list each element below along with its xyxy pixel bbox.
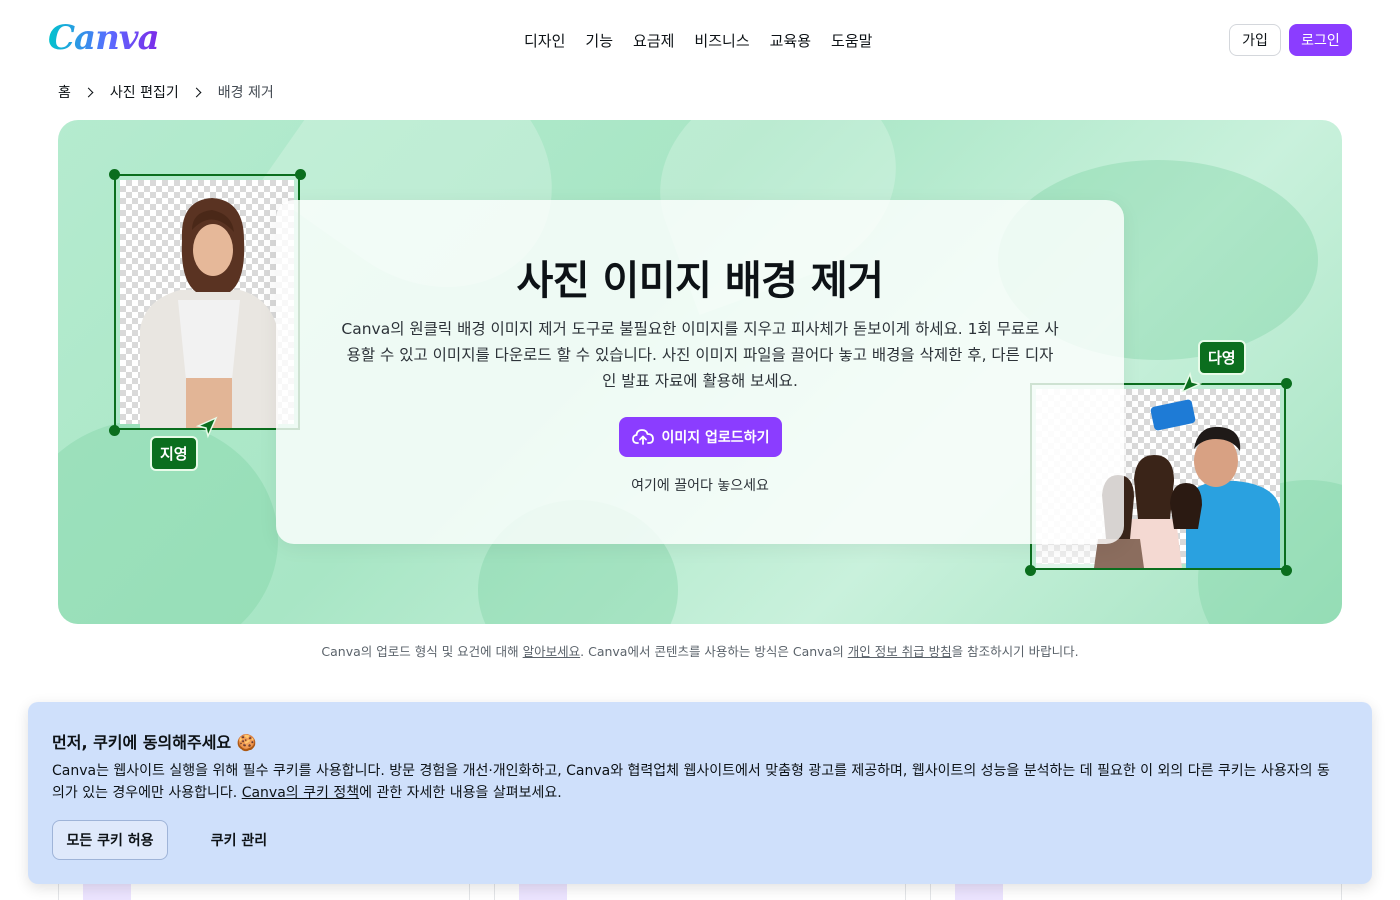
manage-cookies-button[interactable]: 쿠키 관리 bbox=[184, 820, 294, 860]
resize-handle bbox=[1281, 565, 1292, 576]
privacy-policy-link[interactable]: 개인 정보 취급 방침 bbox=[848, 644, 952, 659]
upload-footnote: Canva의 업로드 형식 및 요건에 대해 알아보세요. Canva에서 콘텐… bbox=[0, 641, 1400, 660]
cookie-text: 에 관한 자세한 내용을 살펴보세요. bbox=[359, 785, 562, 801]
main-nav: 디자인 기능 요금제 비즈니스 교육용 도움말 bbox=[524, 30, 872, 51]
hero-section: 지영 다영 사진 이미지 배경 제거 Canva의 원클릭 배경 이미지 제거 … bbox=[58, 120, 1342, 624]
nav-item-pricing[interactable]: 요금제 bbox=[633, 30, 674, 51]
chevron-right-icon bbox=[83, 87, 94, 97]
footnote-text: 을 참조하시기 바랍니다. bbox=[951, 644, 1079, 659]
login-button[interactable]: 로그인 bbox=[1289, 24, 1352, 56]
name-tag-right: 다영 bbox=[1198, 340, 1246, 375]
footnote-text: . Canva에서 콘텐츠를 사용하는 방식은 Canva의 bbox=[580, 644, 848, 659]
breadcrumb-current: 배경 제거 bbox=[217, 85, 274, 101]
resize-handle bbox=[109, 169, 120, 180]
site-header: Canva 디자인 기능 요금제 비즈니스 교육용 도움말 가입 로그인 bbox=[0, 0, 1400, 80]
upload-image-label: 이미지 업로드하기 bbox=[661, 430, 770, 446]
accept-all-cookies-button[interactable]: 모든 쿠키 허용 bbox=[52, 820, 168, 860]
nav-item-education[interactable]: 교육용 bbox=[770, 30, 811, 51]
cookie-description: Canva는 웹사이트 실행을 위해 필수 쿠키를 사용합니다. 방문 경험을 … bbox=[52, 760, 1342, 804]
footnote-text: Canva의 업로드 형식 및 요건에 대해 bbox=[321, 644, 523, 659]
resize-handle bbox=[295, 169, 306, 180]
name-tag-left: 지영 bbox=[150, 436, 198, 471]
learn-more-link[interactable]: 알아보세요 bbox=[523, 644, 581, 659]
cookie-policy-link[interactable]: Canva의 쿠키 정책 bbox=[242, 785, 359, 801]
breadcrumb-home[interactable]: 홈 bbox=[58, 82, 71, 102]
cookie-title: 먼저, 쿠키에 동의해주세요 🍪 bbox=[52, 733, 257, 752]
hero-description: Canva의 원클릭 배경 이미지 제거 도구로 불필요한 이미지를 지우고 피… bbox=[341, 320, 1059, 390]
signup-button[interactable]: 가입 bbox=[1229, 24, 1281, 56]
nav-item-features[interactable]: 기능 bbox=[585, 30, 613, 51]
upload-image-button[interactable]: 이미지 업로드하기 bbox=[619, 417, 782, 457]
nav-item-design[interactable]: 디자인 bbox=[524, 30, 565, 51]
resize-handle bbox=[1281, 378, 1292, 389]
chevron-right-icon bbox=[191, 87, 202, 97]
left-photo-frame bbox=[114, 174, 300, 430]
nav-item-business[interactable]: 비즈니스 bbox=[694, 30, 749, 51]
cloud-upload-icon bbox=[631, 429, 654, 445]
upload-card[interactable]: 사진 이미지 배경 제거 Canva의 원클릭 배경 이미지 제거 도구로 불필… bbox=[276, 200, 1124, 544]
cursor-icon bbox=[196, 416, 218, 439]
nav-item-help[interactable]: 도움말 bbox=[831, 30, 872, 51]
breadcrumb-photo-editor[interactable]: 사진 편집기 bbox=[110, 82, 179, 102]
breadcrumb: 홈 사진 편집기 배경 제거 bbox=[58, 82, 274, 102]
cookie-banner: 먼저, 쿠키에 동의해주세요 🍪 Canva는 웹사이트 실행을 위해 필수 쿠… bbox=[28, 702, 1372, 884]
resize-handle bbox=[1025, 565, 1036, 576]
canva-logo[interactable]: Canva bbox=[48, 18, 160, 58]
resize-handle bbox=[109, 425, 120, 436]
drop-zone-hint: 여기에 끌어다 놓으세요 bbox=[631, 478, 769, 494]
woman-photo bbox=[140, 198, 278, 428]
page-title: 사진 이미지 배경 제거 bbox=[516, 258, 884, 304]
